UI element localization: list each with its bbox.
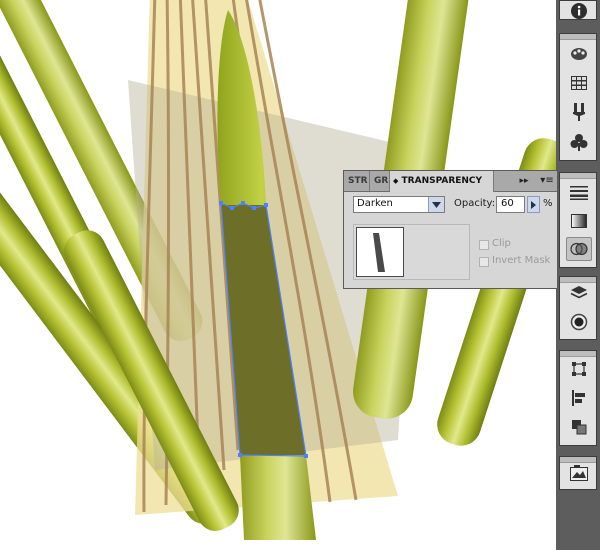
tab-stroke[interactable]: STR [344, 171, 370, 191]
thumbnail-area [353, 224, 470, 280]
transparency-panel: STR GR ◆ TRANSPARENCY ▸▸ ▾≡ Darken Opaci… [343, 170, 558, 289]
opacity-label: Opacity: [454, 198, 496, 209]
tab-gradient[interactable]: GR [370, 171, 390, 191]
color-guide-icon[interactable] [566, 42, 592, 66]
transparency-icon[interactable] [566, 237, 592, 261]
panel-menu-icon[interactable]: ▾≡ [538, 171, 556, 191]
opacity-value: 60 [501, 198, 514, 209]
dock-group-arrange [559, 350, 597, 446]
appearance-icon[interactable] [566, 310, 592, 334]
transform-icon[interactable] [566, 357, 592, 381]
dock-group-layers [559, 276, 597, 340]
dock-group-color [559, 33, 597, 161]
object-thumbnail[interactable] [356, 227, 404, 277]
tab-transparency-label: TRANSPARENCY [401, 176, 483, 186]
brushes-icon[interactable] [566, 100, 592, 124]
panel-tab-bar: STR GR ◆ TRANSPARENCY ▸▸ ▾≡ [344, 171, 557, 192]
dock-group-appearance-tools [559, 172, 597, 268]
info-icon[interactable] [566, 0, 592, 23]
blend-mode-value: Darken [357, 198, 393, 209]
gradient-icon[interactable] [566, 209, 592, 233]
stroke-icon[interactable] [566, 181, 592, 205]
invert-mask-label: Invert Mask [492, 255, 551, 266]
opacity-slider-button[interactable] [527, 196, 540, 213]
align-icon[interactable] [566, 386, 592, 410]
tab-transparency[interactable]: ◆ TRANSPARENCY [390, 171, 494, 192]
dock-group-links [559, 456, 597, 490]
links-icon[interactable] [566, 461, 592, 485]
clip-checkbox[interactable] [479, 240, 489, 250]
clip-label: Clip [492, 238, 511, 249]
dock-group-info [559, 0, 597, 20]
layers-icon[interactable] [566, 281, 592, 305]
pathfinder-icon[interactable] [566, 415, 592, 439]
tool-dock [556, 0, 600, 550]
tab-options-arrows-icon: ◆ [393, 177, 399, 185]
swatches-icon[interactable] [566, 71, 592, 95]
percent-sign: % [543, 198, 553, 209]
invert-mask-checkbox[interactable] [479, 257, 489, 267]
symbols-icon[interactable] [566, 130, 592, 154]
chevron-right-icon [531, 200, 536, 209]
chevron-down-icon[interactable] [428, 197, 444, 212]
panel-collapse-icon[interactable]: ▸▸ [516, 171, 532, 191]
opacity-input[interactable]: 60 [496, 196, 525, 213]
blend-mode-select[interactable]: Darken [353, 196, 445, 213]
